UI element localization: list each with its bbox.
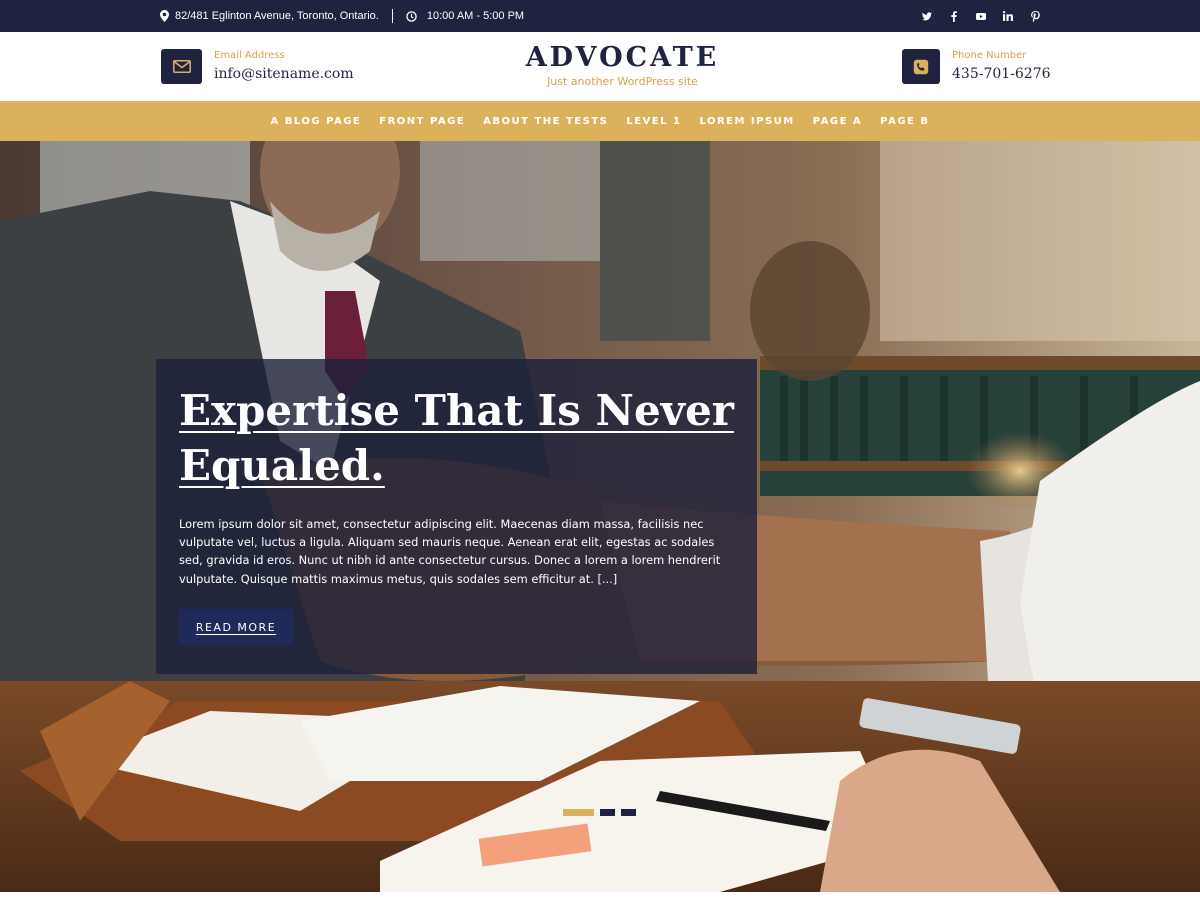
nav-item-lorem-ipsum[interactable]: LOREM IPSUM — [699, 116, 794, 127]
email-contact: Email Address info@sitename.com — [161, 49, 354, 84]
nav-item-a-blog-page[interactable]: A BLOG PAGE — [271, 116, 362, 127]
linkedin-icon[interactable] — [1003, 11, 1013, 21]
page-bottom-strip — [0, 892, 1200, 900]
phone-contact: Phone Number 435-701-6276 — [902, 49, 1051, 84]
nav-item-about-the-tests[interactable]: ABOUT THE TESTS — [483, 116, 608, 127]
hero-slider: Expertise That Is Never Equaled. Lorem i… — [0, 141, 1200, 892]
slider-dot-2[interactable] — [600, 809, 615, 816]
nav-item-page-a[interactable]: PAGE A — [813, 116, 862, 127]
hero-caption-card: Expertise That Is Never Equaled. Lorem i… — [156, 359, 757, 674]
nav-item-front-page[interactable]: FRONT PAGE — [379, 116, 465, 127]
nav-item-page-b[interactable]: PAGE B — [880, 116, 929, 127]
nav-item-level-1[interactable]: LEVEL 1 — [626, 116, 681, 127]
email-value[interactable]: info@sitename.com — [214, 64, 354, 84]
divider — [391, 9, 393, 23]
envelope-icon — [161, 49, 202, 84]
map-pin-icon — [160, 10, 169, 22]
phone-value[interactable]: 435-701-6276 — [952, 64, 1051, 84]
site-header: ADVOCATE Just another WordPress site Ema… — [0, 32, 1200, 101]
hero-description: Lorem ipsum dolor sit amet, consectetur … — [179, 517, 721, 586]
read-more-button[interactable]: READ MORE — [179, 609, 293, 645]
facebook-icon[interactable] — [949, 10, 959, 22]
social-links — [922, 0, 1040, 32]
youtube-icon[interactable] — [976, 11, 986, 21]
address-text: 82/481 Eglinton Avenue, Toronto, Ontario… — [175, 10, 379, 22]
top-bar: 82/481 Eglinton Avenue, Toronto, Ontario… — [0, 0, 1200, 32]
topbar-info: 82/481 Eglinton Avenue, Toronto, Ontario… — [160, 0, 524, 32]
phone-label: Phone Number — [952, 50, 1027, 61]
clock-icon — [406, 10, 417, 22]
hero-title[interactable]: Expertise That Is Never Equaled. — [179, 383, 739, 493]
hours-text: 10:00 AM - 5:00 PM — [426, 10, 525, 22]
slider-dot-3[interactable] — [621, 809, 636, 816]
twitter-icon[interactable] — [922, 11, 932, 21]
email-label: Email Address — [214, 50, 285, 61]
slider-pagination — [563, 809, 636, 816]
slider-dot-1[interactable] — [563, 809, 594, 816]
phone-icon — [902, 49, 940, 84]
main-navigation: A BLOG PAGE FRONT PAGE ABOUT THE TESTS L… — [0, 101, 1200, 141]
pinterest-icon[interactable] — [1030, 10, 1040, 22]
